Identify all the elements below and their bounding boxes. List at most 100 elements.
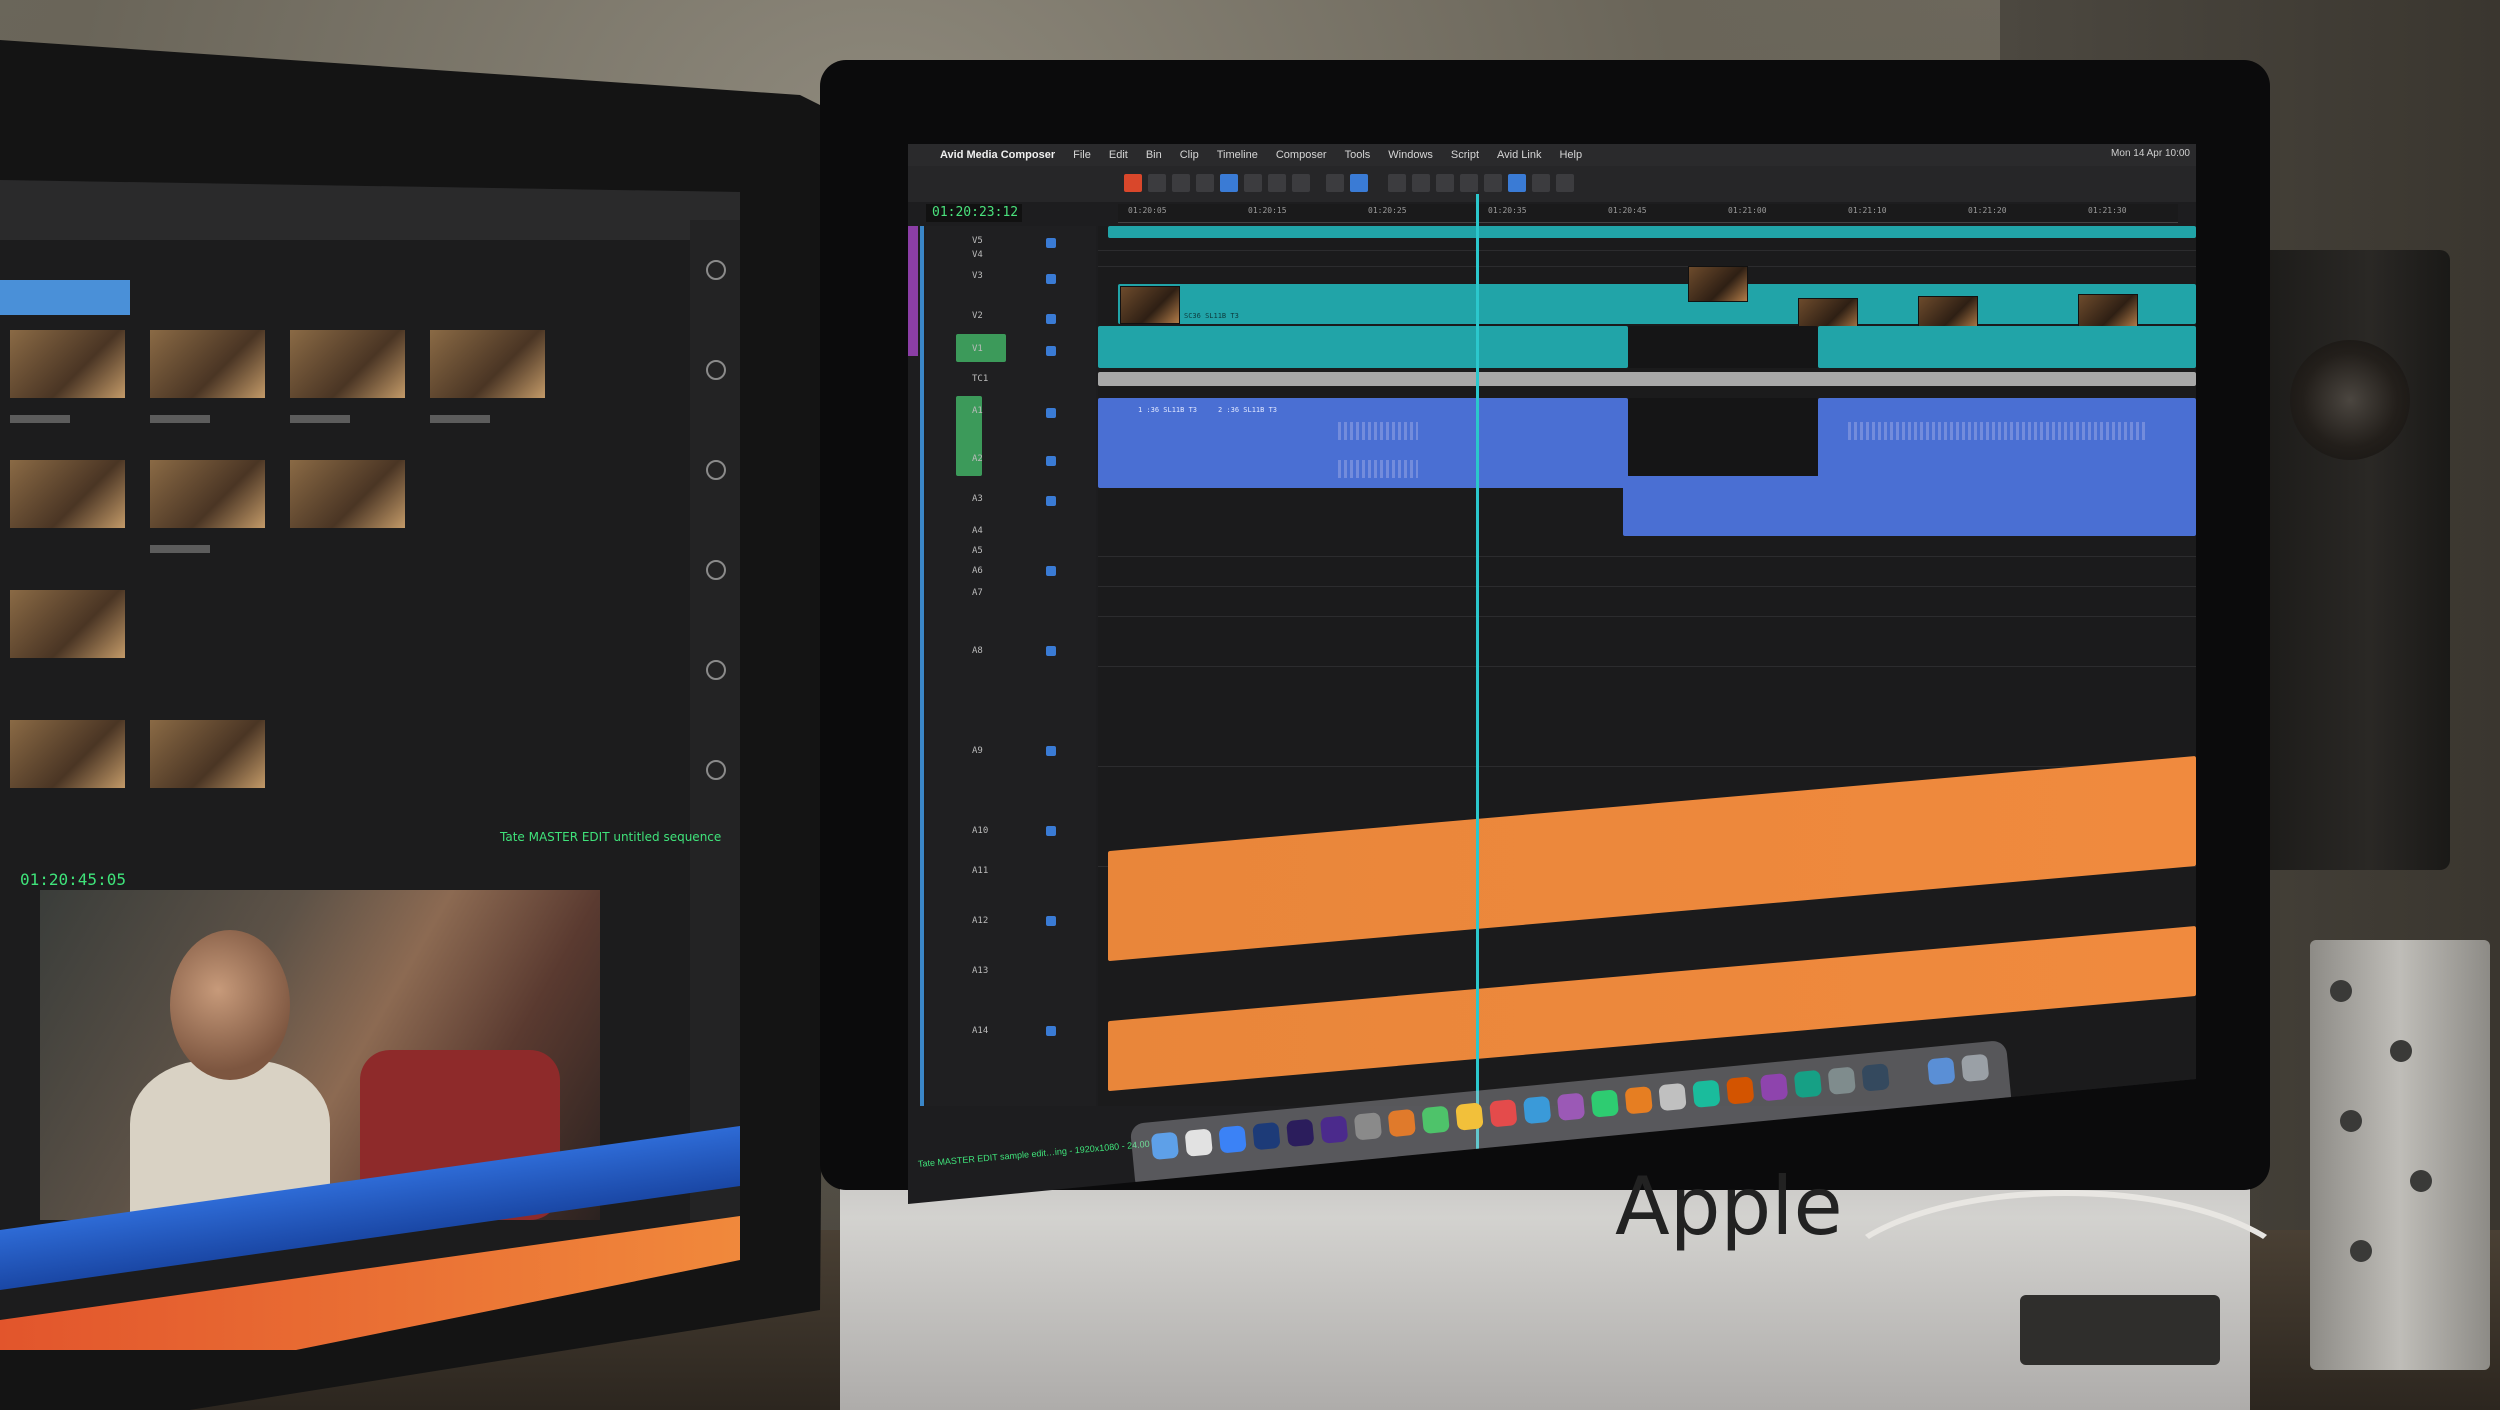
track-label[interactable]: A9 (972, 746, 983, 756)
bin-clip-thumbnail[interactable] (10, 590, 125, 658)
app-icon[interactable] (1861, 1063, 1890, 1092)
app-icon[interactable] (1590, 1089, 1620, 1118)
app-icon[interactable] (1726, 1076, 1755, 1105)
v1-clip[interactable] (1098, 326, 1628, 368)
app-icon[interactable] (1455, 1102, 1484, 1131)
track-monitor-button[interactable] (1046, 346, 1056, 356)
app-icon[interactable] (1624, 1086, 1653, 1115)
track-label[interactable]: A6 (972, 566, 983, 576)
track-solo-button[interactable] (1046, 566, 1056, 576)
track-solo-button[interactable] (1046, 496, 1056, 506)
track-monitor-button[interactable] (1046, 314, 1056, 324)
downloads-icon[interactable] (1927, 1056, 1956, 1086)
bin-clip-thumbnail[interactable] (150, 720, 265, 788)
track-label[interactable]: V2 (972, 311, 983, 321)
v2-clip[interactable] (1118, 284, 2196, 324)
bin-clip-thumbnail[interactable] (10, 330, 125, 398)
bin-clip-thumbnail[interactable] (430, 330, 545, 398)
v5-clip[interactable] (1108, 226, 2196, 238)
menu-edit[interactable]: Edit (1109, 149, 1128, 161)
toolbar-button[interactable] (1412, 174, 1430, 192)
safari-icon[interactable] (1218, 1125, 1247, 1154)
toolbar-button[interactable] (1556, 174, 1574, 192)
bin-tab-selected[interactable] (0, 280, 130, 315)
tool-icon[interactable] (706, 460, 726, 480)
app-icon[interactable] (1759, 1073, 1789, 1102)
tool-icon[interactable] (706, 360, 726, 380)
bin-clip-thumbnail[interactable] (10, 460, 125, 528)
track-label[interactable]: A14 (972, 1026, 988, 1036)
app-icon[interactable] (1556, 1092, 1586, 1121)
track-label[interactable]: A12 (972, 916, 988, 926)
a1-a2-clip[interactable] (1818, 398, 2196, 488)
tool-icon[interactable] (706, 260, 726, 280)
toolbar-button-active[interactable] (1220, 174, 1238, 192)
bin-clip-thumbnail[interactable] (10, 720, 125, 788)
finder-icon[interactable] (1150, 1131, 1180, 1161)
track-label[interactable]: V3 (972, 271, 983, 281)
menu-tools[interactable]: Tools (1345, 149, 1371, 161)
app-icon[interactable] (1793, 1069, 1823, 1099)
track-label[interactable]: A4 (972, 526, 983, 536)
track-solo-button[interactable] (1046, 646, 1056, 656)
menu-clip[interactable]: Clip (1180, 149, 1199, 161)
app-icon[interactable] (1489, 1099, 1518, 1128)
menubar-clock[interactable]: Mon 14 Apr 10:00 (2111, 148, 2190, 159)
bin-clip-thumbnail[interactable] (150, 460, 265, 528)
menu-composer[interactable]: Composer (1276, 149, 1327, 161)
record-button[interactable] (1124, 174, 1142, 192)
bin-clip-thumbnail[interactable] (150, 330, 265, 398)
app-icon[interactable] (1827, 1066, 1856, 1095)
bin-clip-thumbnail[interactable] (290, 460, 405, 528)
app-icon[interactable] (1658, 1082, 1687, 1112)
track-label[interactable]: V5 (972, 236, 983, 246)
track-label[interactable]: TC1 (972, 374, 988, 384)
timeline-tracks[interactable]: SC36 SL11B T3 1 :36 SL11B T3 2 :36 SL11B… (1098, 226, 2196, 1106)
track-label[interactable]: A1 (972, 406, 983, 416)
after-effects-icon[interactable] (1319, 1115, 1349, 1144)
bin-clip-thumbnail[interactable] (290, 330, 405, 398)
toolbar-button[interactable] (1172, 174, 1190, 192)
premiere-icon[interactable] (1252, 1121, 1281, 1151)
playhead[interactable] (1476, 194, 1479, 1204)
tool-icon[interactable] (706, 660, 726, 680)
app-icon[interactable] (1387, 1108, 1416, 1138)
timeline-ruler[interactable]: 01:20:05 01:20:15 01:20:25 01:20:35 01:2… (1118, 204, 2178, 223)
menu-bin[interactable]: Bin (1146, 149, 1162, 161)
trash-icon[interactable] (1960, 1053, 1990, 1083)
toolbar-button[interactable] (1326, 174, 1344, 192)
track-label[interactable]: A5 (972, 546, 983, 556)
music-track-clip[interactable] (1108, 926, 2196, 1092)
toolbar-button[interactable] (1436, 174, 1454, 192)
media-encoder-icon[interactable] (1286, 1118, 1315, 1148)
menu-windows[interactable]: Windows (1388, 149, 1433, 161)
tool-icon[interactable] (706, 560, 726, 580)
launchpad-icon[interactable] (1184, 1128, 1213, 1157)
toolbar-button-active[interactable] (1508, 174, 1526, 192)
a3-clip[interactable] (1623, 476, 2196, 536)
app-icon[interactable] (1421, 1105, 1450, 1134)
toolbar-button[interactable] (1532, 174, 1550, 192)
track-label[interactable]: A11 (972, 866, 988, 876)
app-menu[interactable]: Avid Media Composer (940, 149, 1055, 161)
track-label[interactable]: A13 (972, 966, 988, 976)
track-solo-button[interactable] (1046, 826, 1056, 836)
menu-avid-link[interactable]: Avid Link (1497, 149, 1541, 161)
menu-help[interactable]: Help (1559, 149, 1582, 161)
track-label[interactable]: A7 (972, 588, 983, 598)
toolbar-button[interactable] (1460, 174, 1478, 192)
track-label[interactable]: A3 (972, 494, 983, 504)
toolbar-button[interactable] (1292, 174, 1310, 192)
track-monitor-button[interactable] (1046, 238, 1056, 248)
track-solo-button[interactable] (1046, 456, 1056, 466)
app-icon[interactable] (1522, 1095, 1552, 1125)
toolbar-button[interactable] (1484, 174, 1502, 192)
music-track-clip[interactable] (1108, 756, 2196, 962)
v1-clip[interactable] (1818, 326, 2196, 368)
track-label[interactable]: V1 (972, 344, 983, 354)
app-icon[interactable] (1692, 1079, 1721, 1108)
track-label[interactable]: A8 (972, 646, 983, 656)
menu-file[interactable]: File (1073, 149, 1091, 161)
track-solo-button[interactable] (1046, 746, 1056, 756)
track-monitor-button[interactable] (1046, 274, 1056, 284)
